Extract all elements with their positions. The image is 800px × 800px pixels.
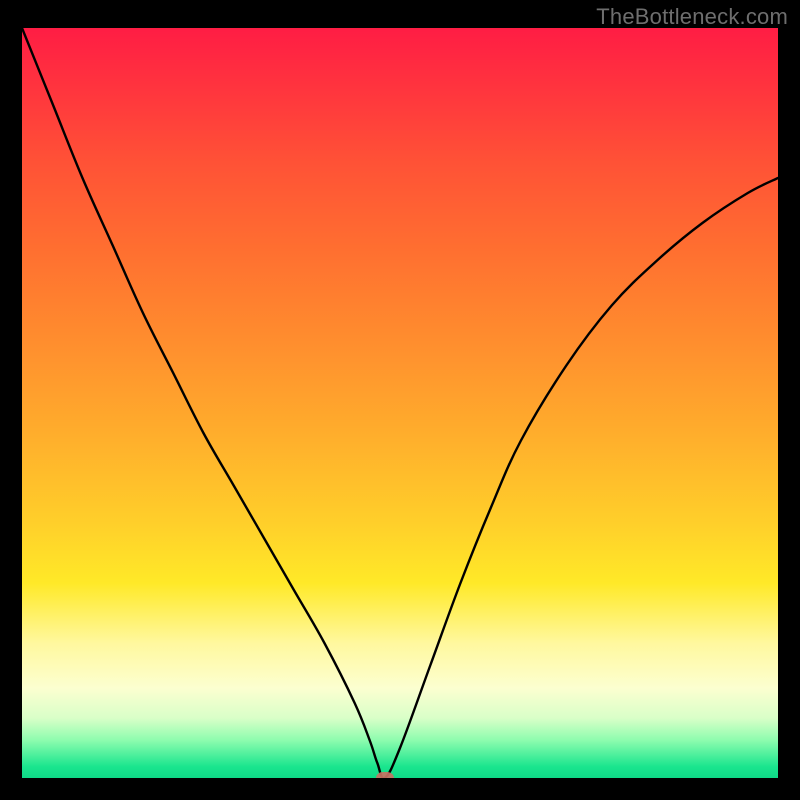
watermark-text: TheBottleneck.com bbox=[596, 4, 788, 30]
bottleneck-curve bbox=[22, 28, 778, 778]
plot-area bbox=[22, 28, 778, 778]
outer-frame: TheBottleneck.com bbox=[0, 0, 800, 800]
minimum-marker-icon bbox=[376, 772, 394, 778]
